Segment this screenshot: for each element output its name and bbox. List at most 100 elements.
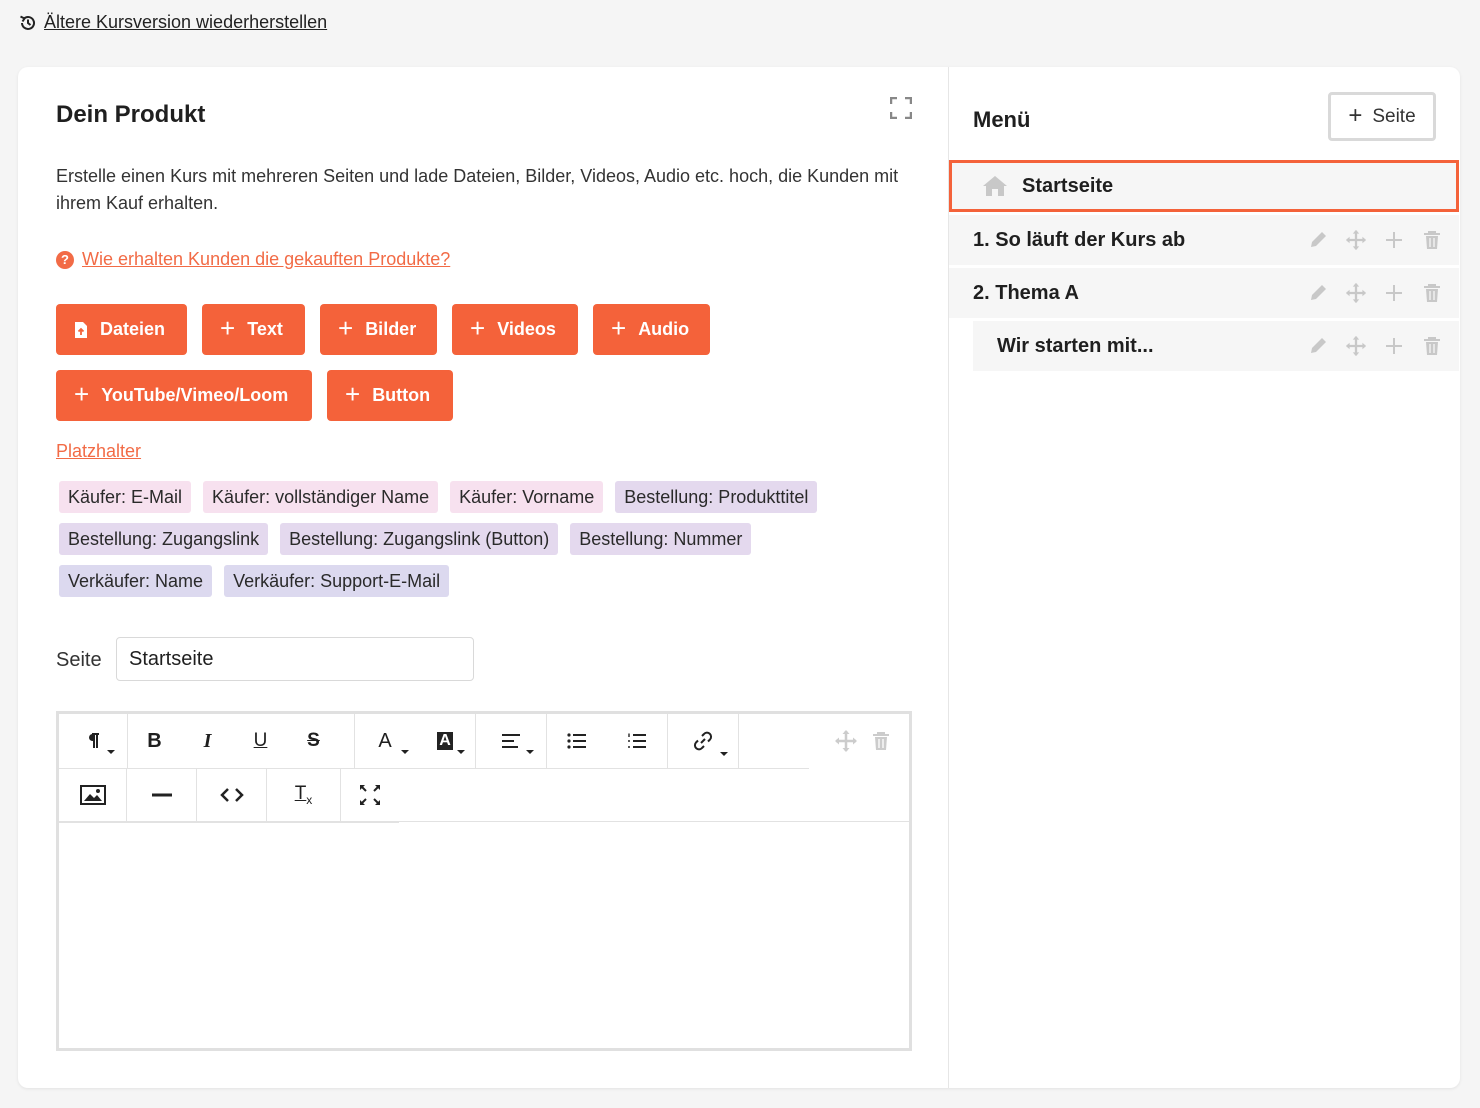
product-card: Dein Produkt Erstelle einen Kurs mit meh… bbox=[18, 67, 1460, 1088]
restore-old-version-link[interactable]: Ältere Kursversion wiederherstellen bbox=[18, 12, 327, 33]
bold-button[interactable]: B bbox=[128, 714, 181, 768]
menu-item-startseite[interactable]: Startseite bbox=[949, 160, 1459, 212]
placeholder-link[interactable]: Platzhalter bbox=[56, 441, 141, 462]
background-color-icon: A bbox=[437, 732, 453, 750]
add-videos-label: Videos bbox=[497, 319, 556, 339]
placeholder-chip[interactable]: Bestellung: Zugangslink (Button) bbox=[280, 523, 559, 555]
delete-icon[interactable] bbox=[1421, 229, 1443, 251]
placeholder-chip[interactable]: Käufer: Vorname bbox=[450, 481, 604, 513]
bullet-list-button[interactable] bbox=[547, 714, 607, 768]
image-icon bbox=[79, 785, 106, 805]
plus-icon: + bbox=[220, 313, 236, 343]
menu-item-chapter-2[interactable]: 2. Thema A bbox=[949, 268, 1459, 318]
menu-panel: Menü + Seite Startseite 1. So läuft der … bbox=[948, 67, 1460, 1088]
restore-link-label: Ältere Kursversion wiederherstellen bbox=[44, 12, 328, 32]
add-text-button[interactable]: + Text bbox=[202, 304, 305, 355]
add-subpage-icon[interactable] bbox=[1383, 229, 1405, 251]
text-color-button[interactable]: A bbox=[355, 714, 415, 768]
menu-title: Menü bbox=[973, 107, 1031, 132]
edit-icon[interactable] bbox=[1307, 282, 1329, 304]
link-icon bbox=[693, 731, 713, 751]
placeholder-chip[interactable]: Bestellung: Zugangslink bbox=[59, 523, 269, 555]
placeholder-chips: Käufer: E-Mail Käufer: vollständiger Nam… bbox=[59, 481, 899, 607]
move-icon[interactable] bbox=[1345, 229, 1367, 251]
add-embed-button[interactable]: + YouTube/Vimeo/Loom bbox=[56, 370, 312, 421]
placeholder-chip[interactable]: Käufer: vollständiger Name bbox=[203, 481, 439, 513]
clear-formatting-button[interactable]: Tx bbox=[267, 768, 340, 822]
product-description: Erstelle einen Kurs mit mehreren Seiten … bbox=[56, 166, 899, 213]
add-content-buttons-row-1: Dateien + Text + Bilder + Videos + Audio bbox=[56, 304, 710, 355]
plus-icon: + bbox=[345, 379, 361, 409]
add-subpage-icon[interactable] bbox=[1383, 335, 1405, 357]
add-audio-label: Audio bbox=[638, 319, 690, 339]
plus-icon: + bbox=[1348, 101, 1363, 129]
help-link[interactable]: Wie erhalten Kunden die gekauften Produk… bbox=[82, 249, 450, 270]
placeholder-chip[interactable]: Bestellung: Produkttitel bbox=[615, 481, 818, 513]
paragraph-format-button[interactable] bbox=[59, 714, 127, 768]
move-icon[interactable] bbox=[1345, 335, 1367, 357]
menu-item-label: 1. So läuft der Kurs ab bbox=[973, 228, 1186, 251]
italic-button[interactable]: I bbox=[181, 714, 234, 768]
delete-icon[interactable] bbox=[1421, 282, 1443, 304]
help-link-row[interactable]: ? Wie erhalten Kunden die gekauften Prod… bbox=[56, 249, 450, 270]
add-embed-label: YouTube/Vimeo/Loom bbox=[101, 385, 289, 405]
editor-fullscreen-button[interactable] bbox=[341, 768, 399, 822]
add-text-label: Text bbox=[247, 319, 283, 339]
editor-toolbar-row-2: Tx bbox=[59, 768, 399, 823]
add-page-label: Seite bbox=[1372, 105, 1416, 127]
add-button-button[interactable]: + Button bbox=[327, 370, 453, 421]
align-left-icon bbox=[502, 734, 520, 748]
delete-block-icon[interactable] bbox=[872, 731, 890, 751]
add-files-label: Dateien bbox=[100, 319, 166, 339]
clear-formatting-icon: Tx bbox=[294, 783, 313, 807]
expand-icon bbox=[360, 785, 380, 805]
insert-link-button[interactable] bbox=[668, 714, 738, 768]
menu-item-subpage[interactable]: Wir starten mit... bbox=[973, 321, 1459, 371]
menu-item-label: Startseite bbox=[1022, 174, 1114, 197]
horizontal-line-button[interactable] bbox=[127, 768, 196, 822]
underline-icon: U bbox=[253, 730, 268, 751]
delete-icon[interactable] bbox=[1421, 335, 1443, 357]
placeholder-chip[interactable]: Verkäufer: Name bbox=[59, 565, 213, 597]
history-icon bbox=[20, 15, 35, 30]
strikethrough-icon: S bbox=[307, 730, 320, 751]
insert-image-button[interactable] bbox=[59, 768, 126, 822]
edit-icon[interactable] bbox=[1307, 335, 1329, 357]
numbered-list-button[interactable] bbox=[607, 714, 667, 768]
add-images-label: Bilder bbox=[365, 319, 417, 339]
add-subpage-icon[interactable] bbox=[1383, 282, 1405, 304]
fullscreen-icon[interactable] bbox=[890, 97, 912, 119]
bold-icon: B bbox=[147, 729, 162, 752]
move-block-icon[interactable] bbox=[834, 729, 858, 753]
plus-icon: + bbox=[338, 313, 354, 343]
add-videos-button[interactable]: + Videos bbox=[452, 304, 578, 355]
menu-item-chapter-1[interactable]: 1. So läuft der Kurs ab bbox=[949, 215, 1459, 265]
menu-item-label: 2. Thema A bbox=[973, 281, 1079, 304]
italic-icon: I bbox=[203, 729, 212, 752]
product-editor-panel: Dein Produkt Erstelle einen Kurs mit meh… bbox=[18, 67, 948, 1088]
code-view-button[interactable] bbox=[197, 768, 266, 822]
add-button-label: Button bbox=[372, 385, 431, 405]
add-images-button[interactable]: + Bilder bbox=[320, 304, 437, 355]
add-audio-button[interactable]: + Audio bbox=[593, 304, 710, 355]
background-color-button[interactable]: A bbox=[415, 714, 475, 768]
underline-button[interactable]: U bbox=[234, 714, 287, 768]
numbered-list-icon bbox=[628, 733, 646, 748]
question-icon: ? bbox=[56, 250, 74, 269]
placeholder-chip[interactable]: Bestellung: Nummer bbox=[570, 523, 752, 555]
add-page-button[interactable]: + Seite bbox=[1328, 92, 1436, 141]
rich-text-editor: B I U S A A Tx bbox=[56, 711, 912, 1051]
block-actions bbox=[809, 714, 915, 768]
page-name-input[interactable] bbox=[116, 637, 474, 681]
move-icon[interactable] bbox=[1345, 282, 1367, 304]
strikethrough-button[interactable]: S bbox=[287, 714, 340, 768]
align-button[interactable] bbox=[476, 714, 546, 768]
add-files-button[interactable]: Dateien bbox=[56, 304, 187, 355]
product-title: Dein Produkt bbox=[56, 101, 206, 128]
plus-icon: + bbox=[470, 313, 486, 343]
placeholder-chip[interactable]: Verkäufer: Support-E-Mail bbox=[224, 565, 450, 597]
edit-icon[interactable] bbox=[1307, 229, 1329, 251]
placeholder-chip[interactable]: Käufer: E-Mail bbox=[59, 481, 192, 513]
text-color-icon: A bbox=[378, 729, 392, 752]
editor-content-area[interactable] bbox=[59, 822, 909, 1048]
